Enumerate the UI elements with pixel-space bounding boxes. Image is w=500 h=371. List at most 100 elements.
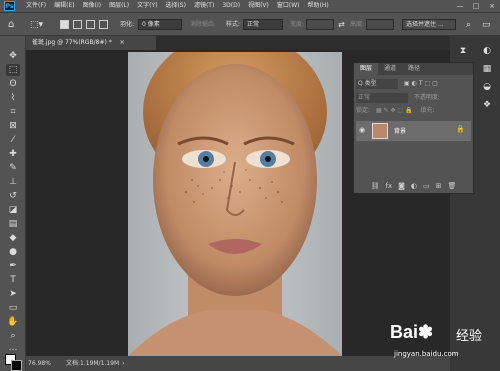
adjustment-icon[interactable]: ◐ <box>411 179 417 193</box>
baidu-watermark: Bai✽ 经验 jingyan.baidu.com <box>390 316 498 371</box>
layer-name[interactable]: 背景 <box>394 126 406 135</box>
home-icon[interactable]: ⌂ <box>8 18 14 32</box>
menu-select[interactable]: 选择(S) <box>161 0 190 12</box>
watermark-jingyan: 经验 <box>456 329 483 344</box>
close-button[interactable]: × <box>484 0 500 12</box>
menu-3d[interactable]: 3D(D) <box>218 0 244 12</box>
filter-icons[interactable]: ▣◐T⬚▢ <box>404 80 440 87</box>
group-icon[interactable]: ▭ <box>423 179 430 193</box>
lock-label: 锁定: <box>356 107 371 114</box>
swap-icon[interactable]: ⇄ <box>338 18 345 32</box>
width-input[interactable] <box>306 19 334 30</box>
menu-filter[interactable]: 滤镜(T) <box>190 0 218 12</box>
height-input[interactable] <box>366 19 394 30</box>
tab-paths[interactable]: 路径 <box>402 63 426 75</box>
more-tools-icon[interactable]: … <box>6 342 20 354</box>
status-menu-arrow[interactable]: › <box>122 356 124 371</box>
blur-tool-icon[interactable]: ◆ <box>6 232 20 244</box>
photoshop-logo: Ps <box>4 1 15 11</box>
width-label: 宽度: <box>290 21 305 28</box>
history-panel-icon[interactable]: ⧗ <box>456 44 470 58</box>
gradient-tool-icon[interactable]: ▤ <box>6 218 20 230</box>
layers-panel-tabs: 图层 通道 路径 <box>354 63 473 75</box>
layers-panel-icon[interactable]: ❖ <box>480 98 494 112</box>
marquee-tool-icon[interactable]: ⬚ <box>6 64 20 76</box>
trash-icon[interactable]: 🗑 <box>448 179 457 193</box>
marquee-preset-icon[interactable]: ⬚▾ <box>30 18 43 32</box>
menu-help[interactable]: 帮助(H) <box>304 0 333 12</box>
eraser-tool-icon[interactable]: ◪ <box>6 204 20 216</box>
healing-tool-icon[interactable]: ✚ <box>6 148 20 160</box>
search-icon[interactable]: ⌕ <box>466 18 471 32</box>
visibility-eye-icon[interactable]: ◉ <box>359 126 365 134</box>
new-selection-icon[interactable] <box>60 20 69 29</box>
menu-edit[interactable]: 编辑(E) <box>50 0 78 12</box>
crop-tool-icon[interactable]: ⌗ <box>6 106 20 118</box>
document-title: 雀斑.jpg @ 77%(RGB/8#) * <box>32 39 112 46</box>
options-bar: ⌂ ⬚▾ 羽化: 0 像素 消除锯齿 样式: 正常 宽度: ⇄ 高度: 选择并遮… <box>0 12 500 36</box>
menu-file[interactable]: 文件(F) <box>22 0 50 12</box>
zoom-tool-icon[interactable]: ⌕ <box>6 330 20 342</box>
intersect-selection-icon[interactable] <box>99 20 108 29</box>
layer-lock-icon: 🔒 <box>456 125 465 133</box>
subtract-selection-icon[interactable] <box>86 20 95 29</box>
rectangle-tool-icon[interactable]: ▭ <box>6 302 20 314</box>
quick-select-tool-icon[interactable]: ⌇ <box>6 92 20 104</box>
status-bar: 76.98% 文档:1.19M/1.19M › <box>26 356 450 371</box>
adjustments-panel-icon[interactable]: ◒ <box>480 80 494 94</box>
mask-icon[interactable]: ◙ <box>398 179 405 193</box>
hand-tool-icon[interactable]: ✋ <box>6 316 20 328</box>
tab-channels[interactable]: 通道 <box>378 63 402 75</box>
layers-panel: 图层 通道 路径 Q 类型 ▣◐T⬚▢ 正常 不透明度: 锁定: ▦ ✎ ✥ ⬚… <box>353 62 474 194</box>
background-color-swatch[interactable] <box>11 360 22 371</box>
tab-layers[interactable]: 图层 <box>354 63 379 75</box>
add-selection-icon[interactable] <box>73 20 82 29</box>
type-tool-icon[interactable]: T <box>6 274 20 286</box>
layer-row-background[interactable]: ◉ 背景 🔒 <box>356 121 471 141</box>
dodge-tool-icon[interactable]: ● <box>6 246 20 258</box>
style-select[interactable]: 正常 <box>243 19 283 30</box>
layer-thumbnail <box>372 123 388 139</box>
document-info: 文档:1.19M/1.19M <box>66 360 120 367</box>
new-layer-icon[interactable]: ⊞ <box>436 179 442 193</box>
portrait-illustration <box>128 52 342 356</box>
feather-input[interactable]: 0 像素 <box>138 19 182 30</box>
path-select-tool-icon[interactable]: ➤ <box>6 288 20 300</box>
lasso-tool-icon[interactable]: ʘ <box>6 78 20 90</box>
document-tab[interactable]: 雀斑.jpg @ 77%(RGB/8#) * × <box>26 36 156 50</box>
maximize-button[interactable]: □ <box>468 0 484 12</box>
pen-tool-icon[interactable]: ✒ <box>6 260 20 272</box>
minimize-button[interactable]: — <box>452 0 468 12</box>
opacity-label: 不透明度: <box>413 94 440 101</box>
workspace-icon[interactable]: ▭ <box>482 18 491 32</box>
menu-bar: Ps 文件(F) 编辑(E) 图像(I) 图层(L) 文字(Y) 选择(S) 滤… <box>0 0 500 12</box>
style-label: 样式: <box>226 21 241 28</box>
menu-window[interactable]: 窗口(W) <box>273 0 304 12</box>
stamp-tool-icon[interactable]: ⊥ <box>6 176 20 188</box>
menu-view[interactable]: 视图(V) <box>244 0 273 12</box>
blend-mode-select[interactable]: 正常 <box>356 93 408 103</box>
fill-label: 填充: <box>420 107 435 114</box>
eyedropper-tool-icon[interactable]: ⁄ <box>6 134 20 146</box>
menu-image[interactable]: 图像(I) <box>79 0 105 12</box>
menu-layer[interactable]: 图层(L) <box>105 0 133 12</box>
antialias-checkbox[interactable]: 消除锯齿 <box>190 18 214 32</box>
window-controls: — □ × <box>452 0 500 12</box>
close-tab-icon[interactable]: × <box>120 39 125 46</box>
color-panel-icon[interactable]: ◐ <box>480 44 494 58</box>
fx-icon[interactable]: fx <box>385 179 392 193</box>
frame-tool-icon[interactable]: ⊠ <box>6 120 20 132</box>
layer-kind-filter[interactable]: Q 类型 <box>356 79 398 89</box>
lock-icons[interactable]: ▦ ✎ ✥ ⬚ 🔒 <box>376 107 413 114</box>
history-brush-tool-icon[interactable]: ↺ <box>6 190 20 202</box>
brush-tool-icon[interactable]: ✎ <box>6 162 20 174</box>
select-and-mask-button[interactable]: 选择并遮住 ... <box>402 19 456 30</box>
watermark-url: jingyan.baidu.com <box>394 350 459 358</box>
tools-panel: ✥ ⬚ ʘ ⌇ ⌗ ⊠ ⁄ ✚ ✎ ⊥ ↺ ◪ ▤ ◆ ● ✒ T ➤ ▭ ✋ … <box>0 36 26 371</box>
menu-type[interactable]: 文字(Y) <box>133 0 161 12</box>
panel-icon-strip-right: ◐ ▦ ◒ ❖ <box>476 38 498 118</box>
move-tool-icon[interactable]: ✥ <box>6 50 20 62</box>
link-icon[interactable]: ⛓ <box>371 179 380 193</box>
swatches-panel-icon[interactable]: ▦ <box>480 62 494 76</box>
zoom-level[interactable]: 76.98% <box>28 356 51 371</box>
